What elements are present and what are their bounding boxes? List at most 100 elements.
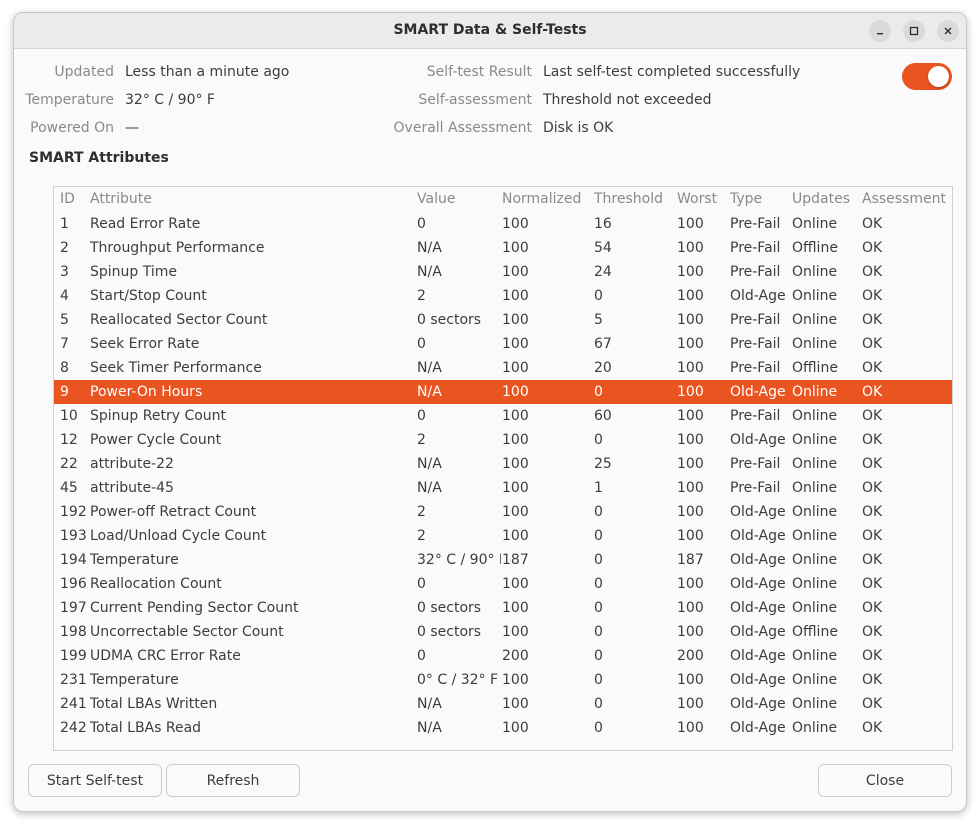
table-row[interactable]: 193 Load/Unload Cycle Count 2 100 0 100 Old-Ag… — [54, 524, 952, 548]
cell-worst: 100 — [677, 312, 704, 328]
cell-assessment: OK — [862, 312, 883, 328]
cell-normalized: 100 — [502, 528, 529, 544]
cell-assessment: OK — [862, 480, 883, 496]
smart-enable-toggle[interactable] — [902, 63, 952, 90]
table-row[interactable]: 192 Power-off Retract Count 2 100 0 100 Old-Ag… — [54, 500, 952, 524]
cell-type: Pre-Fail — [730, 480, 781, 496]
cell-assessment: OK — [862, 216, 883, 232]
cell-assessment: OK — [862, 384, 883, 400]
cell-assessment: OK — [862, 360, 883, 376]
cell-attribute: Uncorrectable Sector Count — [90, 624, 284, 640]
cell-attribute: Temperature — [90, 552, 179, 568]
table-row[interactable]: 10 Spinup Retry Count 0 100 60 100 Pre-Fail Onl… — [54, 404, 952, 428]
cell-worst: 100 — [677, 384, 704, 400]
cell-worst: 100 — [677, 456, 704, 472]
table-body: 1 Read Error Rate 0 100 16 100 Pre-Fail Online O… — [54, 212, 952, 740]
cell-attribute: Load/Unload Cycle Count — [90, 528, 267, 544]
cell-value: N/A — [417, 480, 442, 496]
cell-updates: Offline — [792, 240, 838, 256]
cell-worst: 100 — [677, 216, 704, 232]
cell-worst: 100 — [677, 576, 704, 592]
cell-value: 32° C / 90° F — [417, 552, 501, 568]
cell-value: 0 — [417, 408, 426, 424]
table-row[interactable]: 5 Reallocated Sector Count 0 sectors 100 5 10… — [54, 308, 952, 332]
table-row[interactable]: 198 Uncorrectable Sector Count 0 sectors 10… — [54, 620, 952, 644]
maximize-button[interactable] — [903, 20, 925, 42]
cell-threshold: 0 — [594, 672, 603, 688]
cell-worst: 100 — [677, 336, 704, 352]
table-row[interactable]: 12 Power Cycle Count 2 100 0 100 Old-Age Online… — [54, 428, 952, 452]
refresh-button[interactable]: Refresh — [166, 764, 300, 797]
cell-id: 196 — [60, 576, 87, 592]
self-test-result-label: Self-test Result — [426, 64, 532, 80]
close-button[interactable]: Close — [818, 764, 952, 797]
cell-assessment: OK — [862, 240, 883, 256]
table-row[interactable]: 7 Seek Error Rate 0 100 67 100 Pre-Fail Online O… — [54, 332, 952, 356]
minimize-button[interactable] — [869, 20, 891, 42]
table-row[interactable]: 242 Total LBAs Read N/A 100 0 100 Old-Age Onlin… — [54, 716, 952, 740]
cell-assessment: OK — [862, 600, 883, 616]
table-row[interactable]: 4 Start/Stop Count 2 100 0 100 Old-Age Online OK — [54, 284, 952, 308]
start-self-test-button[interactable]: Start Self-test — [28, 764, 162, 797]
table-row[interactable]: 45 attribute-45 N/A 100 1 100 Pre-Fail Online OK — [54, 476, 952, 500]
smart-attributes-table[interactable]: ID Attribute Value Normalized Threshold … — [53, 186, 953, 751]
cell-assessment: OK — [862, 696, 883, 712]
cell-updates: Online — [792, 336, 838, 352]
cell-attribute: Seek Error Rate — [90, 336, 200, 352]
cell-worst: 100 — [677, 720, 704, 736]
cell-attribute: Spinup Time — [90, 264, 178, 280]
cell-updates: Online — [792, 288, 838, 304]
cell-normalized: 100 — [502, 720, 529, 736]
cell-assessment: OK — [862, 672, 883, 688]
header-updates[interactable]: Updates — [792, 187, 862, 211]
table-row[interactable]: 8 Seek Timer Performance N/A 100 20 100 Pre-Fa… — [54, 356, 952, 380]
cell-type: Old-Age — [730, 288, 786, 304]
cell-type: Pre-Fail — [730, 264, 781, 280]
cell-value: N/A — [417, 240, 442, 256]
header-value[interactable]: Value — [417, 187, 501, 211]
cell-id: 193 — [60, 528, 87, 544]
cell-threshold: 0 — [594, 648, 603, 664]
cell-updates: Online — [792, 264, 838, 280]
cell-normalized: 100 — [502, 312, 529, 328]
cell-worst: 100 — [677, 528, 704, 544]
cell-value: 0 sectors — [417, 600, 482, 616]
table-row[interactable]: 197 Current Pending Sector Count 0 sectors… — [54, 596, 952, 620]
powered-on-label: Powered On — [30, 120, 114, 136]
cell-normalized: 100 — [502, 432, 529, 448]
header-normalized[interactable]: Normalized — [502, 187, 594, 211]
cell-updates: Online — [792, 504, 838, 520]
titlebar[interactable]: SMART Data & Self-Tests — [14, 13, 966, 49]
table-row[interactable]: 9 Power-On Hours N/A 100 0 100 Old-Age Online OK — [54, 380, 952, 404]
table-row[interactable]: 22 attribute-22 N/A 100 25 100 Pre-Fail Online O… — [54, 452, 952, 476]
close-window-button[interactable] — [937, 20, 959, 42]
header-threshold[interactable]: Threshold — [594, 187, 678, 211]
header-attribute[interactable]: Attribute — [90, 187, 416, 211]
cell-attribute: Spinup Retry Count — [90, 408, 227, 424]
cell-threshold: 54 — [594, 240, 612, 256]
table-row[interactable]: 2 Throughput Performance N/A 100 54 100 Pre-Fa… — [54, 236, 952, 260]
self-assessment-label: Self-assessment — [418, 92, 532, 108]
cell-updates: Offline — [792, 360, 838, 376]
table-row[interactable]: 3 Spinup Time N/A 100 24 100 Pre-Fail Online OK — [54, 260, 952, 284]
cell-updates: Online — [792, 672, 838, 688]
header-assessment[interactable]: Assessment — [862, 187, 954, 211]
table-row[interactable]: 196 Reallocation Count 0 100 0 100 Old-Age Onli… — [54, 572, 952, 596]
cell-updates: Online — [792, 480, 838, 496]
cell-threshold: 1 — [594, 480, 603, 496]
cell-assessment: OK — [862, 408, 883, 424]
header-type[interactable]: Type — [730, 187, 792, 211]
cell-assessment: OK — [862, 336, 883, 352]
table-row[interactable]: 1 Read Error Rate 0 100 16 100 Pre-Fail Online O… — [54, 212, 952, 236]
header-worst[interactable]: Worst — [677, 187, 731, 211]
table-row[interactable]: 194 Temperature 32° C / 90° F 187 0 187 Old-Ag… — [54, 548, 952, 572]
self-test-result-value: Last self-test completed successfully — [543, 64, 801, 80]
table-row[interactable]: 241 Total LBAs Written N/A 100 0 100 Old-Age On… — [54, 692, 952, 716]
table-header: ID Attribute Value Normalized Threshold … — [54, 187, 952, 212]
cell-updates: Online — [792, 408, 838, 424]
table-row[interactable]: 231 Temperature 0° C / 32° F 100 0 100 Old-Age… — [54, 668, 952, 692]
cell-worst: 100 — [677, 696, 704, 712]
header-id[interactable]: ID — [60, 187, 90, 211]
cell-attribute: Seek Timer Performance — [90, 360, 262, 376]
table-row[interactable]: 199 UDMA CRC Error Rate 0 200 0 200 Old-Age Onl… — [54, 644, 952, 668]
